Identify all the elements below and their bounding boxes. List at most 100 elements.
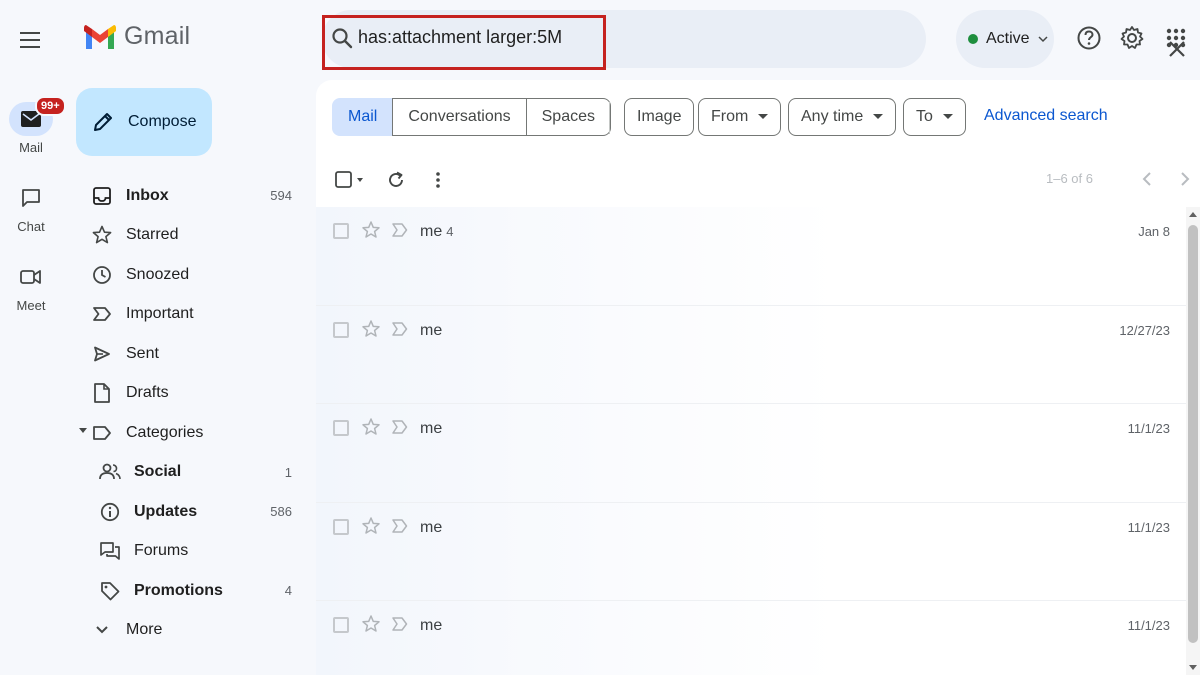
sidebar-item-categories[interactable]: Categories [76, 413, 306, 453]
segment-conversations[interactable]: Conversations [392, 98, 527, 136]
search-scope-segments: Mail Conversations Spaces [332, 98, 611, 136]
important-icon [93, 307, 111, 322]
filter-to-chip[interactable]: To [903, 98, 966, 136]
scrollbar-thumb[interactable] [1188, 225, 1198, 643]
gmail-logo[interactable]: Gmail [84, 22, 190, 51]
checkbox-icon [335, 171, 363, 188]
caret-down-icon [942, 114, 953, 119]
star-icon[interactable] [361, 417, 381, 437]
pencil-icon [94, 113, 112, 131]
forum-icon [100, 542, 120, 561]
tag-icon [101, 581, 120, 601]
row-checkbox[interactable] [333, 420, 349, 436]
advanced-search-link[interactable]: Advanced search [984, 107, 1108, 125]
clock-icon [93, 265, 111, 284]
row-checkbox[interactable] [333, 321, 349, 338]
sidebar-item-snoozed[interactable]: Snoozed [76, 255, 306, 295]
important-icon[interactable] [392, 616, 408, 632]
compose-button[interactable]: Compose [76, 88, 212, 156]
gear-icon [1120, 26, 1144, 49]
sidebar-item-label: Forums [134, 542, 189, 560]
sidebar-item-promotions[interactable]: Promotions 4 [76, 571, 306, 611]
chevron-down-icon [1038, 36, 1048, 43]
email-row[interactable]: me 11/1/23 [316, 502, 1186, 601]
email-date: Jan 8 [1138, 224, 1170, 239]
email-row[interactable]: me 4 Jan 8 [316, 207, 1186, 306]
sidebar-item-important[interactable]: Important [76, 295, 306, 335]
send-icon [94, 346, 110, 362]
star-icon[interactable] [361, 614, 381, 634]
sidebar-item-drafts[interactable]: Drafts [76, 374, 306, 414]
video-camera-icon [20, 270, 41, 284]
list-toolbar [332, 164, 452, 196]
email-sender: me [420, 321, 443, 339]
caret-down-icon [873, 114, 884, 119]
important-icon[interactable] [392, 419, 408, 435]
apps-button[interactable] [1162, 24, 1190, 52]
row-checkbox[interactable] [333, 617, 349, 633]
sidebar-item-sent[interactable]: Sent [76, 334, 306, 374]
refresh-icon [389, 171, 403, 187]
important-icon[interactable] [392, 518, 408, 534]
email-sender: me 4 [420, 223, 454, 240]
select-all-button[interactable] [332, 166, 368, 194]
star-icon[interactable] [361, 220, 381, 240]
filter-image-chip[interactable]: Image [624, 98, 695, 136]
email-row[interactable]: me 12/27/23 [316, 305, 1186, 404]
sidebar-nav: Inbox 594 Starred Snoozed Important Sent… [76, 176, 306, 650]
sidebar-item-label: Snoozed [126, 265, 190, 283]
settings-button[interactable] [1118, 24, 1146, 52]
star-icon[interactable] [361, 319, 381, 339]
support-button[interactable] [1075, 24, 1103, 52]
main-menu-button[interactable] [14, 24, 46, 56]
chevron-right-icon[interactable] [1172, 167, 1196, 191]
compose-label: Compose [128, 113, 197, 130]
main-panel: Mail Conversations Spaces Image From Any… [316, 80, 1200, 675]
email-date: 12/27/23 [1119, 322, 1170, 338]
rail-meet-label: Meet [16, 298, 46, 313]
app-name: Gmail [124, 22, 191, 50]
row-checkbox[interactable] [333, 518, 349, 535]
email-row[interactable]: me 11/1/23 [316, 404, 1186, 503]
important-icon[interactable] [392, 321, 408, 337]
sidebar-item-social[interactable]: Social 1 [76, 453, 306, 493]
caret-down-icon[interactable] [79, 428, 87, 434]
pagination-range: 1–6 of 6 [1046, 171, 1093, 186]
sidebar-item-more[interactable]: More [76, 611, 306, 651]
segment-spaces[interactable]: Spaces [525, 98, 611, 136]
more-actions-button[interactable] [424, 166, 452, 194]
sidebar-item-starred[interactable]: Starred [76, 216, 306, 256]
email-row[interactable]: me 11/1/23 [316, 601, 1186, 675]
status-dot-icon [968, 34, 978, 44]
chat-icon [22, 189, 40, 207]
filter-from-chip[interactable]: From [698, 98, 782, 136]
sidebar-item-inbox[interactable]: Inbox 594 [76, 176, 306, 216]
inbox-count: 594 [270, 188, 292, 204]
email-list: me 4 Jan 8 me 12/27/23 me 11/1/23 me 11/1… [316, 207, 1186, 675]
chevron-down-icon [96, 626, 108, 634]
refresh-button[interactable] [382, 166, 410, 194]
caret-down-icon [758, 114, 769, 119]
rail-chat[interactable]: Chat [0, 181, 62, 234]
status-selector[interactable]: Active [956, 10, 1054, 68]
sidebar-item-label: Promotions [134, 581, 223, 599]
scroll-down-arrow-icon[interactable] [1189, 665, 1197, 670]
promotions-count: 4 [284, 583, 292, 599]
row-checkbox[interactable] [333, 223, 349, 239]
sidebar-item-forums[interactable]: Forums [76, 532, 306, 572]
scroll-up-arrow-icon[interactable] [1189, 212, 1197, 217]
segment-mail[interactable]: Mail [332, 98, 394, 136]
chevron-left-icon[interactable] [1136, 167, 1160, 191]
sidebar-item-label: Sent [126, 344, 159, 362]
sidebar-item-label: More [126, 621, 163, 639]
sidebar-item-updates[interactable]: Updates 586 [76, 492, 306, 532]
rail-mail-label: Mail [19, 140, 43, 155]
rail-meet[interactable]: Meet [0, 260, 62, 313]
star-icon[interactable] [361, 516, 381, 536]
help-icon [1077, 26, 1101, 50]
menu-icon [20, 32, 40, 48]
rail-mail[interactable]: 99+ Mail [0, 96, 66, 155]
important-icon[interactable] [392, 222, 408, 238]
list-scrollbar[interactable] [1186, 207, 1200, 675]
filter-any-time-chip[interactable]: Any time [788, 98, 897, 136]
